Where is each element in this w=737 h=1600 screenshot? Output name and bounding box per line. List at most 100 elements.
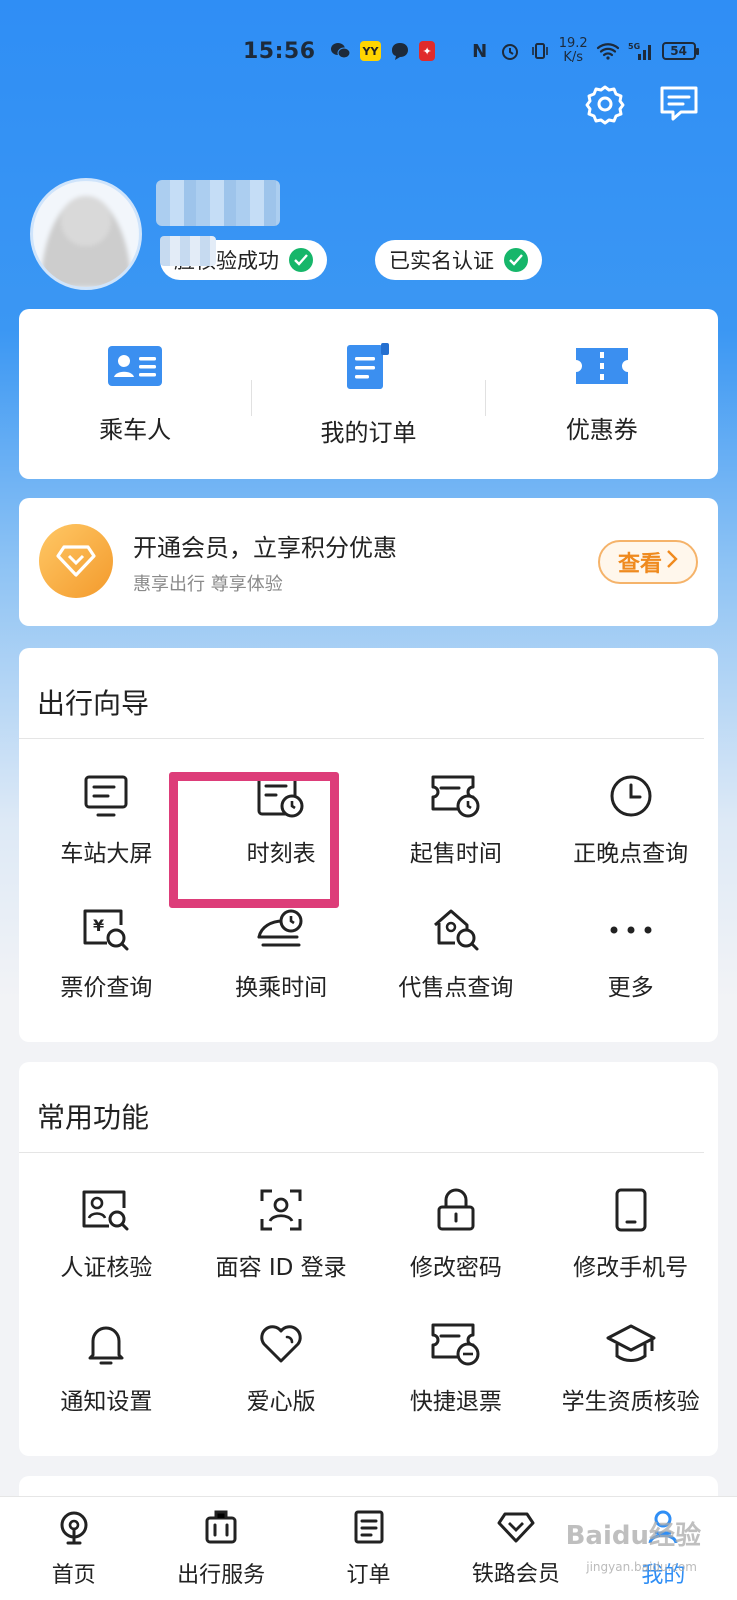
nav-orders-label: 订单: [346, 1562, 391, 1588]
realname-label: 已实名认证: [389, 249, 494, 273]
common-functions-card: 常用功能 人证核验 面容 ID 登录 修改密码 修改手机号 通知设置 爱心版 快…: [19, 1062, 718, 1456]
common-change-phone[interactable]: 修改手机号: [543, 1172, 718, 1306]
common-label: 学生资质核验: [561, 1389, 700, 1415]
common-notification[interactable]: 通知设置: [19, 1306, 194, 1440]
quick-coupons[interactable]: 优惠券: [486, 344, 718, 445]
svg-text:5G: 5G: [628, 42, 640, 51]
quick-actions-card: 乘车人 我的订单 优惠券: [19, 309, 718, 479]
alarm-icon: [499, 40, 521, 62]
diamond-icon: [497, 1510, 535, 1548]
yy-app-icon: YY: [359, 41, 382, 61]
member-title: 开通会员，立享积分优惠: [133, 534, 397, 562]
avatar[interactable]: [30, 178, 142, 290]
nav-orders[interactable]: 订单: [295, 1497, 442, 1600]
message-icon[interactable]: [657, 82, 701, 126]
guide-fare-query[interactable]: ¥ 票价查询: [19, 892, 194, 1026]
common-label: 人证核验: [60, 1255, 153, 1281]
clock-icon: [605, 770, 657, 822]
section-title: 常用功能: [37, 1101, 150, 1134]
phone-icon: [605, 1184, 657, 1236]
heart-icon: [255, 1318, 307, 1370]
guide-label: 票价查询: [60, 975, 153, 1001]
transfer-time-icon: [255, 904, 307, 956]
guide-delay-query[interactable]: 正晚点查询: [543, 758, 718, 892]
guide-label: 正晚点查询: [573, 841, 689, 867]
guide-station-screen[interactable]: 车站大屏: [19, 758, 194, 892]
settings-gear-icon[interactable]: [583, 82, 627, 126]
quick-coupons-label: 优惠券: [565, 415, 638, 444]
vibrate-icon: [529, 40, 551, 62]
guide-label: 代售点查询: [398, 975, 514, 1001]
more-dots-icon: [605, 904, 657, 956]
speed-unit: K/s: [563, 50, 583, 65]
baidu-watermark: Baidu经验: [565, 1521, 701, 1551]
svg-text:¥: ¥: [93, 916, 104, 935]
network-speed: 19.2 K/s: [559, 37, 588, 65]
chevron-right-icon: [666, 549, 678, 575]
guide-label: 换乘时间: [235, 975, 328, 1001]
passenger-card-icon: [106, 344, 164, 392]
luggage-icon: [204, 1509, 238, 1549]
tag-blur: [160, 236, 216, 266]
train-home-icon: [56, 1509, 92, 1549]
section-title: 出行向导: [37, 687, 150, 720]
quick-passenger[interactable]: 乘车人: [19, 344, 251, 445]
baidu-watermark-url: jingyan.baidu.com: [586, 1560, 697, 1574]
username-blurred: [156, 180, 280, 226]
battery-icon: 54: [661, 42, 699, 60]
common-label: 修改密码: [409, 1255, 502, 1281]
member-view-label: 查看: [617, 552, 662, 577]
fare-search-icon: ¥: [80, 904, 132, 956]
guide-label: 起售时间: [409, 841, 502, 867]
lock-icon: [430, 1184, 482, 1236]
order-icon: [353, 1509, 385, 1549]
app-red-icon: ✦: [419, 41, 435, 61]
guide-label: 更多: [607, 975, 654, 1001]
common-student-verify[interactable]: 学生资质核验: [543, 1306, 718, 1440]
nav-home[interactable]: 首页: [0, 1497, 147, 1600]
station-screen-icon: [80, 770, 132, 822]
id-verify-icon: [80, 1184, 132, 1236]
quick-passenger-label: 乘车人: [99, 415, 172, 444]
common-quick-refund[interactable]: 快捷退票: [369, 1306, 544, 1440]
travel-guide-card: 出行向导 车站大屏 时刻表 起售时间 正晚点查询 ¥ 票价查询 换乘时间 代售点…: [19, 648, 718, 1042]
sale-time-icon: [430, 770, 482, 822]
common-care-mode[interactable]: 爱心版: [194, 1306, 369, 1440]
member-subtitle: 惠享出行 尊享体验: [133, 574, 283, 595]
member-view-button[interactable]: 查看: [598, 540, 698, 584]
nav-member-label: 铁路会员: [471, 1561, 560, 1587]
member-card[interactable]: 开通会员，立享积分优惠 惠享出行 尊享体验 查看: [19, 498, 718, 626]
common-label: 修改手机号: [573, 1255, 689, 1281]
refund-ticket-icon: [430, 1318, 482, 1370]
status-time: 15:56: [243, 38, 316, 64]
nav-travel-label: 出行服务: [177, 1562, 266, 1588]
nav-travel-service[interactable]: 出行服务: [147, 1497, 294, 1600]
face-id-icon: [255, 1184, 307, 1236]
wechat-icon: [330, 40, 352, 62]
common-change-password[interactable]: 修改密码: [369, 1172, 544, 1306]
wifi-icon: [596, 40, 620, 62]
coupon-ticket-icon: [574, 344, 630, 392]
nfc-icon: N: [472, 40, 488, 62]
agency-search-icon: [430, 904, 482, 956]
common-id-verify[interactable]: 人证核验: [19, 1172, 194, 1306]
common-label: 快捷退票: [409, 1389, 502, 1415]
guide-agency-query[interactable]: 代售点查询: [369, 892, 544, 1026]
quick-orders[interactable]: 我的订单: [252, 341, 484, 448]
speed-value: 19.2: [558, 36, 588, 51]
nav-home-label: 首页: [51, 1562, 96, 1588]
status-bar: 15:56 YY ✦ N 19.2 K/s 5G 54: [243, 34, 699, 68]
check-icon: [504, 248, 528, 272]
common-face-id[interactable]: 面容 ID 登录: [194, 1172, 369, 1306]
quick-orders-label: 我的订单: [320, 418, 417, 447]
common-label: 爱心版: [246, 1389, 316, 1415]
guide-label: 车站大屏: [60, 841, 153, 867]
signal-icon: 5G: [628, 40, 654, 62]
check-icon: [289, 248, 313, 272]
guide-more[interactable]: 更多: [543, 892, 718, 1026]
common-label: 通知设置: [60, 1389, 153, 1415]
guide-transfer-time[interactable]: 换乘时间: [194, 892, 369, 1026]
order-document-icon: [343, 341, 393, 395]
guide-sale-time[interactable]: 起售时间: [369, 758, 544, 892]
member-diamond-icon: [39, 524, 113, 598]
